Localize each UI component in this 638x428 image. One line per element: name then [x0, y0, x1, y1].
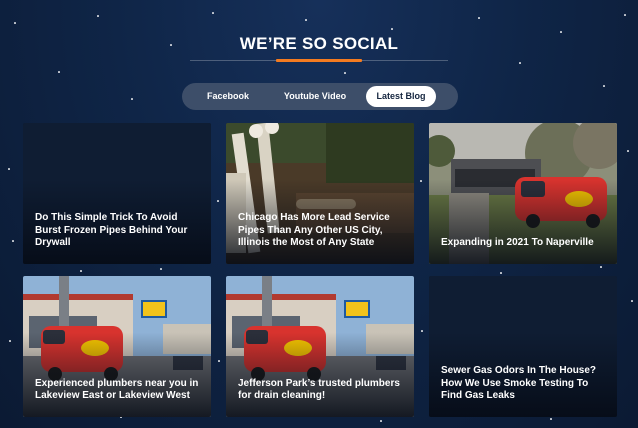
blog-card[interactable]: Chicago Has More Lead Service Pipes Than…	[226, 123, 414, 264]
blog-card-title: Experienced plumbers near you in Lakevie…	[35, 377, 199, 402]
blog-card[interactable]: Expanding in 2021 To Naperville	[429, 123, 617, 264]
blog-card[interactable]: Do This Simple Trick To Avoid Burst Froz…	[23, 123, 211, 264]
social-tabs: Facebook Youtube Video Latest Blog	[182, 83, 458, 110]
blog-card-title: Jefferson Park’s trusted plumbers for dr…	[238, 377, 400, 402]
blog-card-title: Do This Simple Trick To Avoid Burst Froz…	[35, 212, 188, 249]
blog-card-title: Chicago Has More Lead Service Pipes Than…	[238, 212, 390, 249]
title-accent-bar	[276, 59, 362, 62]
blog-card[interactable]: Sewer Gas Odors In The House? How We Use…	[429, 276, 617, 417]
blog-card[interactable]: Jefferson Park’s trusted plumbers for dr…	[226, 276, 414, 417]
tab-latest-blog[interactable]: Latest Blog	[366, 86, 436, 107]
blog-card-title: Sewer Gas Odors In The House? How We Use…	[441, 365, 597, 402]
tab-youtube-video[interactable]: Youtube Video	[270, 86, 360, 107]
blog-card-title: Expanding in 2021 To Naperville	[441, 237, 594, 249]
blog-card[interactable]: Experienced plumbers near you in Lakevie…	[23, 276, 211, 417]
section-title: WE’RE SO SOCIAL	[239, 34, 399, 53]
tab-facebook[interactable]: Facebook	[186, 86, 270, 107]
